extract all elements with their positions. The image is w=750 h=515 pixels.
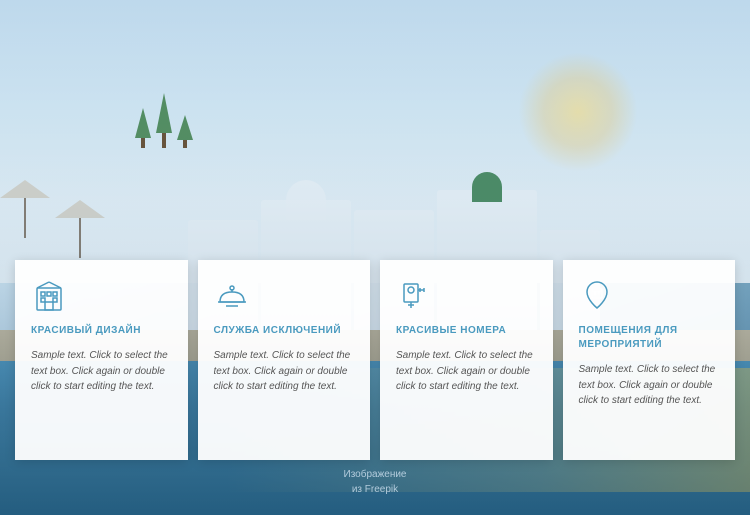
service-icon <box>214 278 250 314</box>
events-icon <box>579 278 615 314</box>
image-credit-line2: из Freepik <box>344 482 407 497</box>
card-4-title: ПОМЕЩЕНИЯ ДЛЯ МЕРОПРИЯТИЙ <box>579 324 720 352</box>
card-2-title: СЛУЖБА ИСКЛЮЧЕНИЙ <box>214 324 355 338</box>
card-beautiful-design: КРАСИВЫЙ ДИЗАЙН Sample text. Click to se… <box>15 260 188 460</box>
card-4-text: Sample text. Click to select the text bo… <box>579 362 720 409</box>
image-credit: Изображение из Freepik <box>344 467 407 497</box>
card-1-text: Sample text. Click to select the text bo… <box>31 348 172 395</box>
rooms-icon <box>396 278 432 314</box>
cards-container: КРАСИВЫЙ ДИЗАЙН Sample text. Click to se… <box>15 260 735 460</box>
card-rooms: КРАСИВЫЕ НОМЕРА Sample text. Click to se… <box>380 260 553 460</box>
card-events: ПОМЕЩЕНИЯ ДЛЯ МЕРОПРИЯТИЙ Sample text. C… <box>563 260 736 460</box>
building-icon <box>31 278 67 314</box>
card-1-title: КРАСИВЫЙ ДИЗАЙН <box>31 324 172 338</box>
card-2-text: Sample text. Click to select the text bo… <box>214 348 355 395</box>
card-3-text: Sample text. Click to select the text bo… <box>396 348 537 395</box>
card-3-title: КРАСИВЫЕ НОМЕРА <box>396 324 537 338</box>
card-service: СЛУЖБА ИСКЛЮЧЕНИЙ Sample text. Click to … <box>198 260 371 460</box>
image-credit-line1: Изображение <box>344 467 407 482</box>
